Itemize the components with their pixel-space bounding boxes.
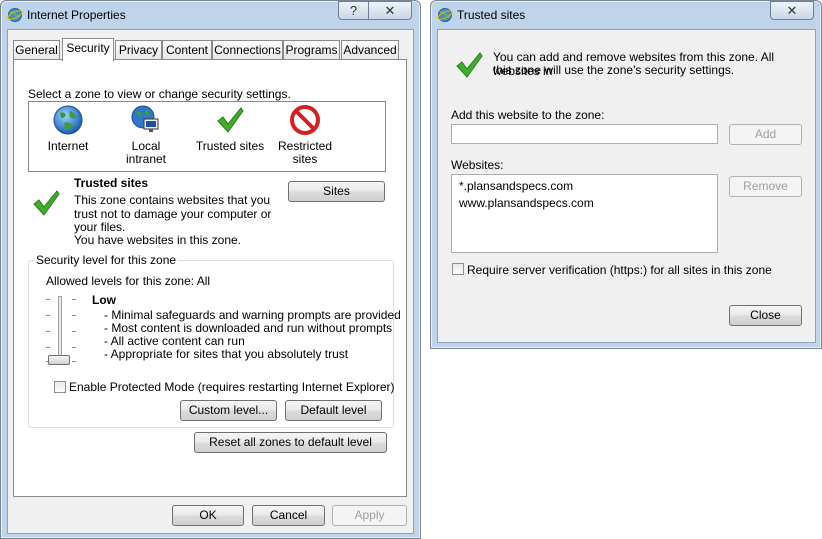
trusted-close-button[interactable]: ✕ <box>770 1 814 20</box>
trusted-checkmark-icon <box>456 52 483 78</box>
level-bullet: - Appropriate for sites that you absolut… <box>104 347 349 361</box>
help-button[interactable]: ? <box>338 1 369 20</box>
props-close-button[interactable]: ✕ <box>368 1 412 20</box>
apply-button[interactable]: Apply <box>332 505 407 526</box>
help-icon: ? <box>349 3 358 18</box>
default-level-button[interactable]: Default level <box>285 400 382 421</box>
protected-mode-checkbox[interactable] <box>54 381 66 393</box>
https-verification-checkbox[interactable] <box>452 263 464 275</box>
list-item[interactable]: www.plansandspecs.com <box>459 196 594 210</box>
checkmark-icon <box>217 107 244 133</box>
protected-mode-label: Enable Protected Mode (requires restarti… <box>69 380 395 394</box>
zone-desc-line: your files. <box>74 220 126 234</box>
add-button[interactable]: Add <box>729 124 802 145</box>
restricted-icon <box>290 105 320 135</box>
remove-button[interactable]: Remove <box>729 176 802 197</box>
zone-desc-line: You have websites in this zone. <box>74 233 241 247</box>
level-bullet: - All active content can run <box>104 334 245 348</box>
level-bullet: - Minimal safeguards and warning prompts… <box>104 308 401 322</box>
ie-globe-icon <box>7 8 23 22</box>
zone-info-title: Trusted sites <box>74 176 149 190</box>
sites-button[interactable]: Sites <box>288 181 385 202</box>
zone-local-intranet[interactable]: Local intranet <box>111 104 181 166</box>
ok-button[interactable]: OK <box>172 505 244 526</box>
slider-thumb[interactable] <box>48 355 70 365</box>
cancel-button[interactable]: Cancel <box>252 505 325 526</box>
https-verification-label: Require server verification (https:) for… <box>467 263 772 277</box>
trusted-info-line: this zone will use the zone's security s… <box>493 63 735 77</box>
zone-checkmark-icon <box>33 190 60 216</box>
close-icon: ✕ <box>786 3 798 18</box>
tab-advanced[interactable]: Advanced <box>341 40 399 59</box>
tab-general[interactable]: General <box>13 40 60 59</box>
props-title: Internet Properties <box>27 8 126 22</box>
tab-security[interactable]: Security <box>62 38 114 61</box>
websites-list[interactable]: *.plansandspecs.com www.plansandspecs.co… <box>451 174 718 253</box>
tab-privacy[interactable]: Privacy <box>115 40 162 59</box>
level-bullet: - Most content is downloaded and run wit… <box>104 321 393 335</box>
security-level-slider[interactable] <box>46 296 76 366</box>
add-website-input[interactable] <box>451 124 718 144</box>
trusted-titlebar[interactable]: Trusted sites ✕ <box>431 1 821 29</box>
custom-level-button[interactable]: Custom level... <box>180 400 277 421</box>
zone-trusted-sites[interactable]: Trusted sites <box>195 104 265 153</box>
security-level-title: Security level for this zone <box>34 253 179 267</box>
zone-list: Internet Local intranet Trusted sites Re… <box>28 101 386 172</box>
tab-programs[interactable]: Programs <box>283 40 340 59</box>
zone-desc-line: This zone contains websites that you <box>74 193 271 207</box>
zone-internet[interactable]: Internet <box>33 104 103 153</box>
ie-globe-icon <box>437 8 453 22</box>
select-zone-prompt: Select a zone to view or change security… <box>28 87 291 101</box>
trusted-title: Trusted sites <box>457 8 526 22</box>
globe-icon <box>53 105 83 135</box>
zone-restricted-sites[interactable]: Restricted sites <box>270 104 340 166</box>
internet-properties-window: Internet Properties ? ✕ General Security… <box>0 0 421 539</box>
zone-desc-line: trust not to damage your computer or <box>74 207 272 221</box>
close-button[interactable]: Close <box>729 305 802 326</box>
security-tab-panel: Select a zone to view or change security… <box>13 59 407 497</box>
add-website-label: Add this website to the zone: <box>451 108 605 122</box>
trusted-sites-window: Trusted sites ✕ You can add and remove w… <box>430 0 822 349</box>
tab-content[interactable]: Content <box>162 40 212 59</box>
security-level-name: Low <box>92 293 116 307</box>
tab-connections[interactable]: Connections <box>212 40 283 59</box>
reset-all-zones-button[interactable]: Reset all zones to default level <box>194 432 387 453</box>
props-titlebar[interactable]: Internet Properties ? ✕ <box>1 1 420 29</box>
intranet-icon <box>131 105 159 132</box>
allowed-levels-text: Allowed levels for this zone: All <box>46 274 211 288</box>
websites-label: Websites: <box>451 158 504 172</box>
close-icon: ✕ <box>384 3 396 18</box>
list-item[interactable]: *.plansandspecs.com <box>459 179 573 193</box>
